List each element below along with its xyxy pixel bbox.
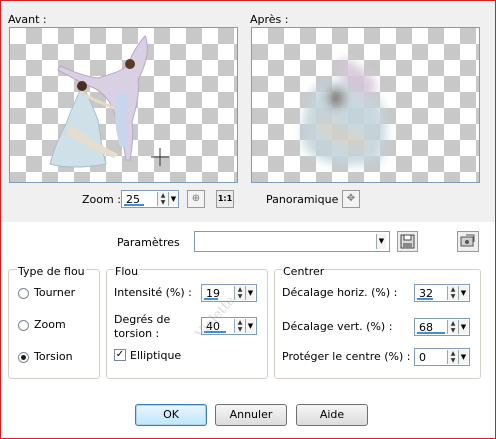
- h-offset-dropdown-arrow[interactable]: ▼: [458, 286, 468, 300]
- torsion-stepper[interactable]: ▲ ▼: [234, 319, 245, 333]
- h-offset-slider[interactable]: [417, 298, 433, 300]
- ok-button[interactable]: OK: [135, 404, 207, 426]
- zoom-1to1-button[interactable]: 1:1: [216, 190, 234, 208]
- reset-preset-icon[interactable]: [457, 231, 479, 252]
- protect-input[interactable]: 0 ▲ ▼ ▼: [414, 348, 470, 366]
- flou-title: Flou: [114, 265, 140, 278]
- v-offset-stepper[interactable]: ▲ ▼: [447, 320, 458, 334]
- protect-dropdown-arrow[interactable]: ▼: [458, 350, 468, 364]
- params-select[interactable]: ▼: [194, 231, 390, 252]
- floppy-icon: [400, 234, 415, 249]
- radio-torsion-label[interactable]: Torsion: [34, 350, 73, 363]
- zoom-slider[interactable]: [124, 204, 144, 206]
- v-offset-dropdown-arrow[interactable]: ▼: [458, 320, 468, 334]
- intensity-dropdown-arrow[interactable]: ▼: [245, 286, 255, 300]
- torsion-label-line2: torsion :: [114, 327, 160, 340]
- blur-type-title: Type de flou: [17, 265, 86, 278]
- pan-label: Panoramique :: [266, 193, 346, 206]
- before-label: Avant :: [8, 13, 47, 26]
- radio-tourner[interactable]: [18, 288, 29, 299]
- preset-icon: [460, 234, 475, 247]
- v-offset-slider[interactable]: [417, 332, 445, 334]
- protect-value: 0: [419, 351, 426, 364]
- h-offset-stepper[interactable]: ▲ ▼: [447, 286, 458, 300]
- radio-zoom-label[interactable]: Zoom: [34, 318, 66, 331]
- elliptique-checkbox[interactable]: ✓: [114, 349, 126, 361]
- centre-title: Centrer: [282, 265, 326, 278]
- protect-label: Protéger le centre (%) :: [282, 350, 411, 363]
- v-offset-label: Décalage vert. (%) :: [282, 320, 393, 333]
- intensity-label: Intensité (%) :: [114, 286, 192, 299]
- params-label: Paramètres: [117, 236, 180, 249]
- h-offset-input[interactable]: 32 ▲ ▼ ▼: [414, 284, 470, 302]
- chevron-down-icon[interactable]: ▼: [376, 234, 386, 249]
- torsion-label-line1: Degrés de: [114, 313, 171, 326]
- v-offset-input[interactable]: 68 ▲ ▼ ▼: [414, 318, 470, 336]
- zoom-stepper[interactable]: ▲ ▼: [157, 192, 168, 206]
- zoom-dropdown-arrow[interactable]: ▼: [168, 192, 178, 206]
- after-preview: [251, 27, 480, 183]
- cancel-button[interactable]: Annuler: [215, 404, 287, 426]
- intensity-slider[interactable]: [204, 298, 218, 300]
- protect-stepper[interactable]: ▲ ▼: [447, 350, 458, 364]
- radio-zoom[interactable]: [18, 320, 29, 331]
- h-offset-label: Décalage horiz. (%) :: [282, 286, 398, 299]
- before-preview[interactable]: [9, 27, 238, 183]
- blurred-image: [302, 58, 387, 166]
- zoom-input[interactable]: 25 ▲ ▼ ▼: [121, 190, 179, 208]
- radio-torsion[interactable]: [18, 352, 29, 363]
- elliptique-label[interactable]: Elliptique: [130, 349, 181, 362]
- pan-icon[interactable]: ✥: [342, 190, 360, 208]
- radio-tourner-label[interactable]: Tourner: [34, 286, 75, 299]
- intensity-stepper[interactable]: ▲ ▼: [234, 286, 245, 300]
- zoom-fit-icon[interactable]: ⊕: [187, 190, 205, 208]
- save-preset-icon[interactable]: [397, 231, 418, 252]
- torsion-dropdown-arrow[interactable]: ▼: [245, 319, 255, 333]
- dancers-image: [49, 35, 169, 168]
- help-button[interactable]: Aide: [296, 404, 368, 426]
- zoom-label: Zoom :: [82, 193, 121, 206]
- after-label: Après :: [250, 13, 289, 26]
